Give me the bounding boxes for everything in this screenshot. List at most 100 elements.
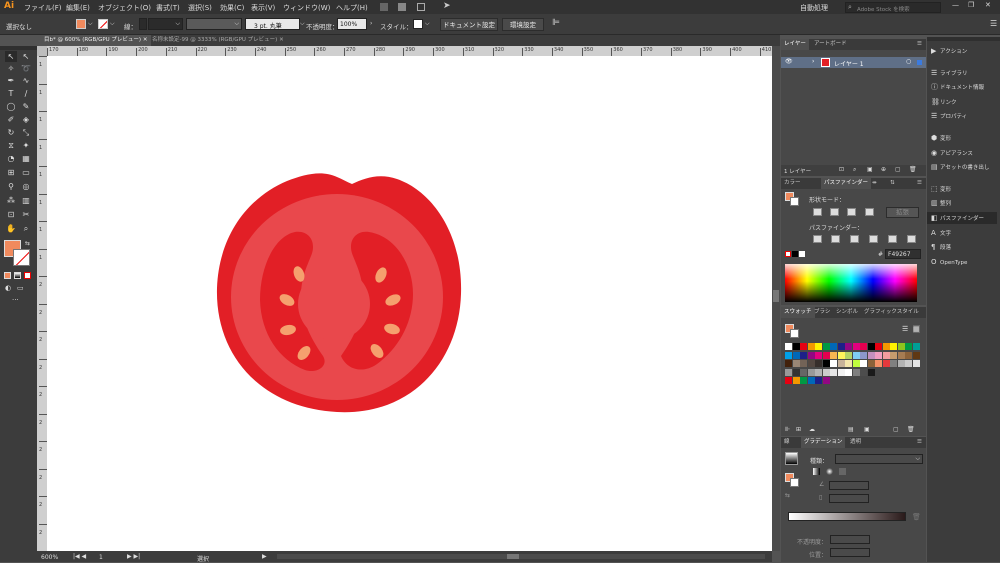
magic-wand-tool-icon[interactable]: ✧	[5, 63, 17, 74]
color-swatch[interactable]	[845, 351, 852, 359]
color-swatch[interactable]	[897, 343, 905, 350]
color-swatch[interactable]	[822, 351, 830, 359]
tab-layers[interactable]: レイヤー	[781, 39, 809, 50]
puppet-warp-tool-icon[interactable]: ✦	[20, 140, 32, 151]
color-swatch[interactable]	[845, 360, 852, 367]
color-swatch[interactable]	[830, 368, 837, 376]
dock-item[interactable]: ▥ 整列	[931, 197, 951, 209]
minimize-button[interactable]: —	[952, 1, 959, 9]
gradient-position-input[interactable]	[830, 548, 870, 557]
color-swatch[interactable]	[807, 343, 815, 350]
variable-width-profile[interactable]: ⌵	[186, 18, 242, 30]
selection-tool-icon[interactable]: ↖	[5, 51, 17, 62]
align-menu-icon[interactable]: ⊫	[552, 18, 560, 28]
new-layer-icon[interactable]: ▢	[895, 166, 901, 173]
color-swatch[interactable]	[905, 360, 912, 367]
color-swatch[interactable]	[792, 360, 800, 367]
color-swatch[interactable]	[875, 343, 882, 350]
dock-item[interactable]: ⬚ 変形	[931, 183, 951, 195]
color-swatch[interactable]	[792, 377, 800, 384]
color-swatch[interactable]	[792, 351, 800, 359]
exclude-icon[interactable]	[865, 208, 874, 216]
brush-definition[interactable]: 3 pt. 丸筆	[245, 18, 300, 30]
color-swatch[interactable]	[890, 360, 897, 367]
gradient-opacity-input[interactable]	[830, 535, 870, 544]
none-color-icon[interactable]	[785, 251, 791, 257]
color-swatch[interactable]	[882, 343, 890, 350]
fill-dropdown[interactable]: ⌵	[88, 20, 93, 28]
dock-item[interactable]: ▤ アセットの書き出し	[931, 161, 989, 173]
menu-file[interactable]: ファイル(F)	[24, 3, 62, 13]
color-swatch[interactable]	[912, 360, 920, 367]
grid-view-icon[interactable]: ▦	[913, 325, 920, 333]
bridge-icon[interactable]	[380, 3, 388, 11]
type-tool-icon[interactable]: T	[5, 88, 17, 99]
color-swatch[interactable]	[912, 351, 920, 359]
color-swatch[interactable]	[807, 351, 815, 359]
show-kinds-icon[interactable]: ⊞	[796, 426, 801, 433]
gradient-tool-icon[interactable]: ▭	[20, 167, 32, 178]
minus-front-icon[interactable]	[830, 208, 839, 216]
dock-item[interactable]: ⓘ ドキュメント情報	[931, 81, 984, 93]
color-swatch[interactable]	[800, 360, 807, 367]
gradient-slider[interactable]	[788, 512, 906, 521]
rotate-tool-icon[interactable]: ↻	[5, 127, 17, 138]
artboard-nav-prev[interactable]: |◀ ◀	[73, 553, 86, 560]
vertical-scroll-thumb[interactable]	[773, 290, 779, 302]
tab-gradient[interactable]: グラデーション	[801, 437, 846, 448]
vertical-scrollbar[interactable]	[772, 46, 780, 551]
color-swatch[interactable]	[845, 343, 852, 350]
color-swatch[interactable]	[875, 360, 882, 367]
color-swatch[interactable]	[860, 343, 867, 350]
color-swatch[interactable]	[837, 343, 845, 350]
eyedropper-tool-icon[interactable]: ⚲	[5, 181, 17, 192]
dock-item[interactable]: ☰ プロパティ	[931, 110, 967, 122]
blend-tool-icon[interactable]: ◎	[20, 181, 32, 192]
menu-window[interactable]: ウィンドウ(W)	[283, 3, 330, 13]
color-swatch[interactable]	[785, 377, 792, 384]
white-color-icon[interactable]	[799, 251, 805, 257]
slice-tool-icon[interactable]: ✂	[20, 209, 32, 220]
screen-mode-icon[interactable]: ▭	[17, 284, 24, 292]
delete-swatch-icon[interactable]: 🗑	[907, 426, 915, 433]
pathfinder-panel-menu-icon[interactable]: ☰	[914, 178, 925, 189]
horizontal-scrollbar[interactable]	[277, 554, 765, 559]
crop-icon[interactable]	[869, 235, 878, 243]
drawing-mode-icon[interactable]: ◐	[5, 284, 11, 292]
dock-item[interactable]: ◉ アピアランス	[931, 147, 973, 159]
restore-button[interactable]: ❐	[968, 1, 974, 9]
list-view-icon[interactable]: ☰	[902, 325, 908, 333]
color-swatch[interactable]	[815, 360, 822, 367]
stroke-weight-stepper[interactable]	[139, 18, 147, 30]
stroke-dropdown[interactable]: ⌵	[110, 20, 115, 28]
color-swatch[interactable]	[897, 351, 905, 359]
color-swatch[interactable]	[875, 351, 882, 359]
gradient-mode-icon[interactable]	[14, 272, 21, 279]
tab-color[interactable]: カラー	[781, 178, 804, 189]
color-swatch[interactable]	[912, 343, 920, 350]
layers-panel-menu-icon[interactable]: ☰	[914, 39, 925, 50]
workspace-switcher[interactable]: 自動処理	[800, 3, 828, 13]
close-button[interactable]: ✕	[985, 1, 991, 9]
menu-edit[interactable]: 編集(E)	[66, 3, 90, 13]
brush-dropdown[interactable]: ⌵	[300, 20, 305, 28]
delete-stop-icon[interactable]: 🗑	[912, 513, 921, 521]
gradient-stroke-swatch[interactable]	[790, 478, 799, 487]
pen-tool-icon[interactable]: ✒	[5, 75, 17, 86]
zoom-tool-icon[interactable]: ⌕	[20, 223, 32, 234]
merge-icon[interactable]	[850, 235, 859, 243]
outline-icon[interactable]	[888, 235, 897, 243]
color-swatch[interactable]	[815, 351, 822, 359]
tab-transparency[interactable]: 透明	[847, 437, 864, 448]
layer-row[interactable]: 👁 › レイヤー 1 ○	[781, 57, 926, 68]
scale-tool-icon[interactable]: ⤡	[20, 127, 32, 138]
color-swatch[interactable]	[852, 343, 860, 350]
new-color-group-icon[interactable]: ▣	[864, 426, 870, 433]
color-swatch[interactable]	[785, 351, 792, 359]
color-swatch[interactable]	[867, 360, 875, 367]
color-swatch[interactable]	[837, 360, 845, 367]
dock-item[interactable]: ⬢ 変形	[931, 132, 951, 144]
freeform-type-icon[interactable]	[839, 468, 846, 475]
dock-item[interactable]: ◧ パスファインダー	[927, 212, 997, 224]
expand-button[interactable]: 拡張	[886, 207, 919, 218]
